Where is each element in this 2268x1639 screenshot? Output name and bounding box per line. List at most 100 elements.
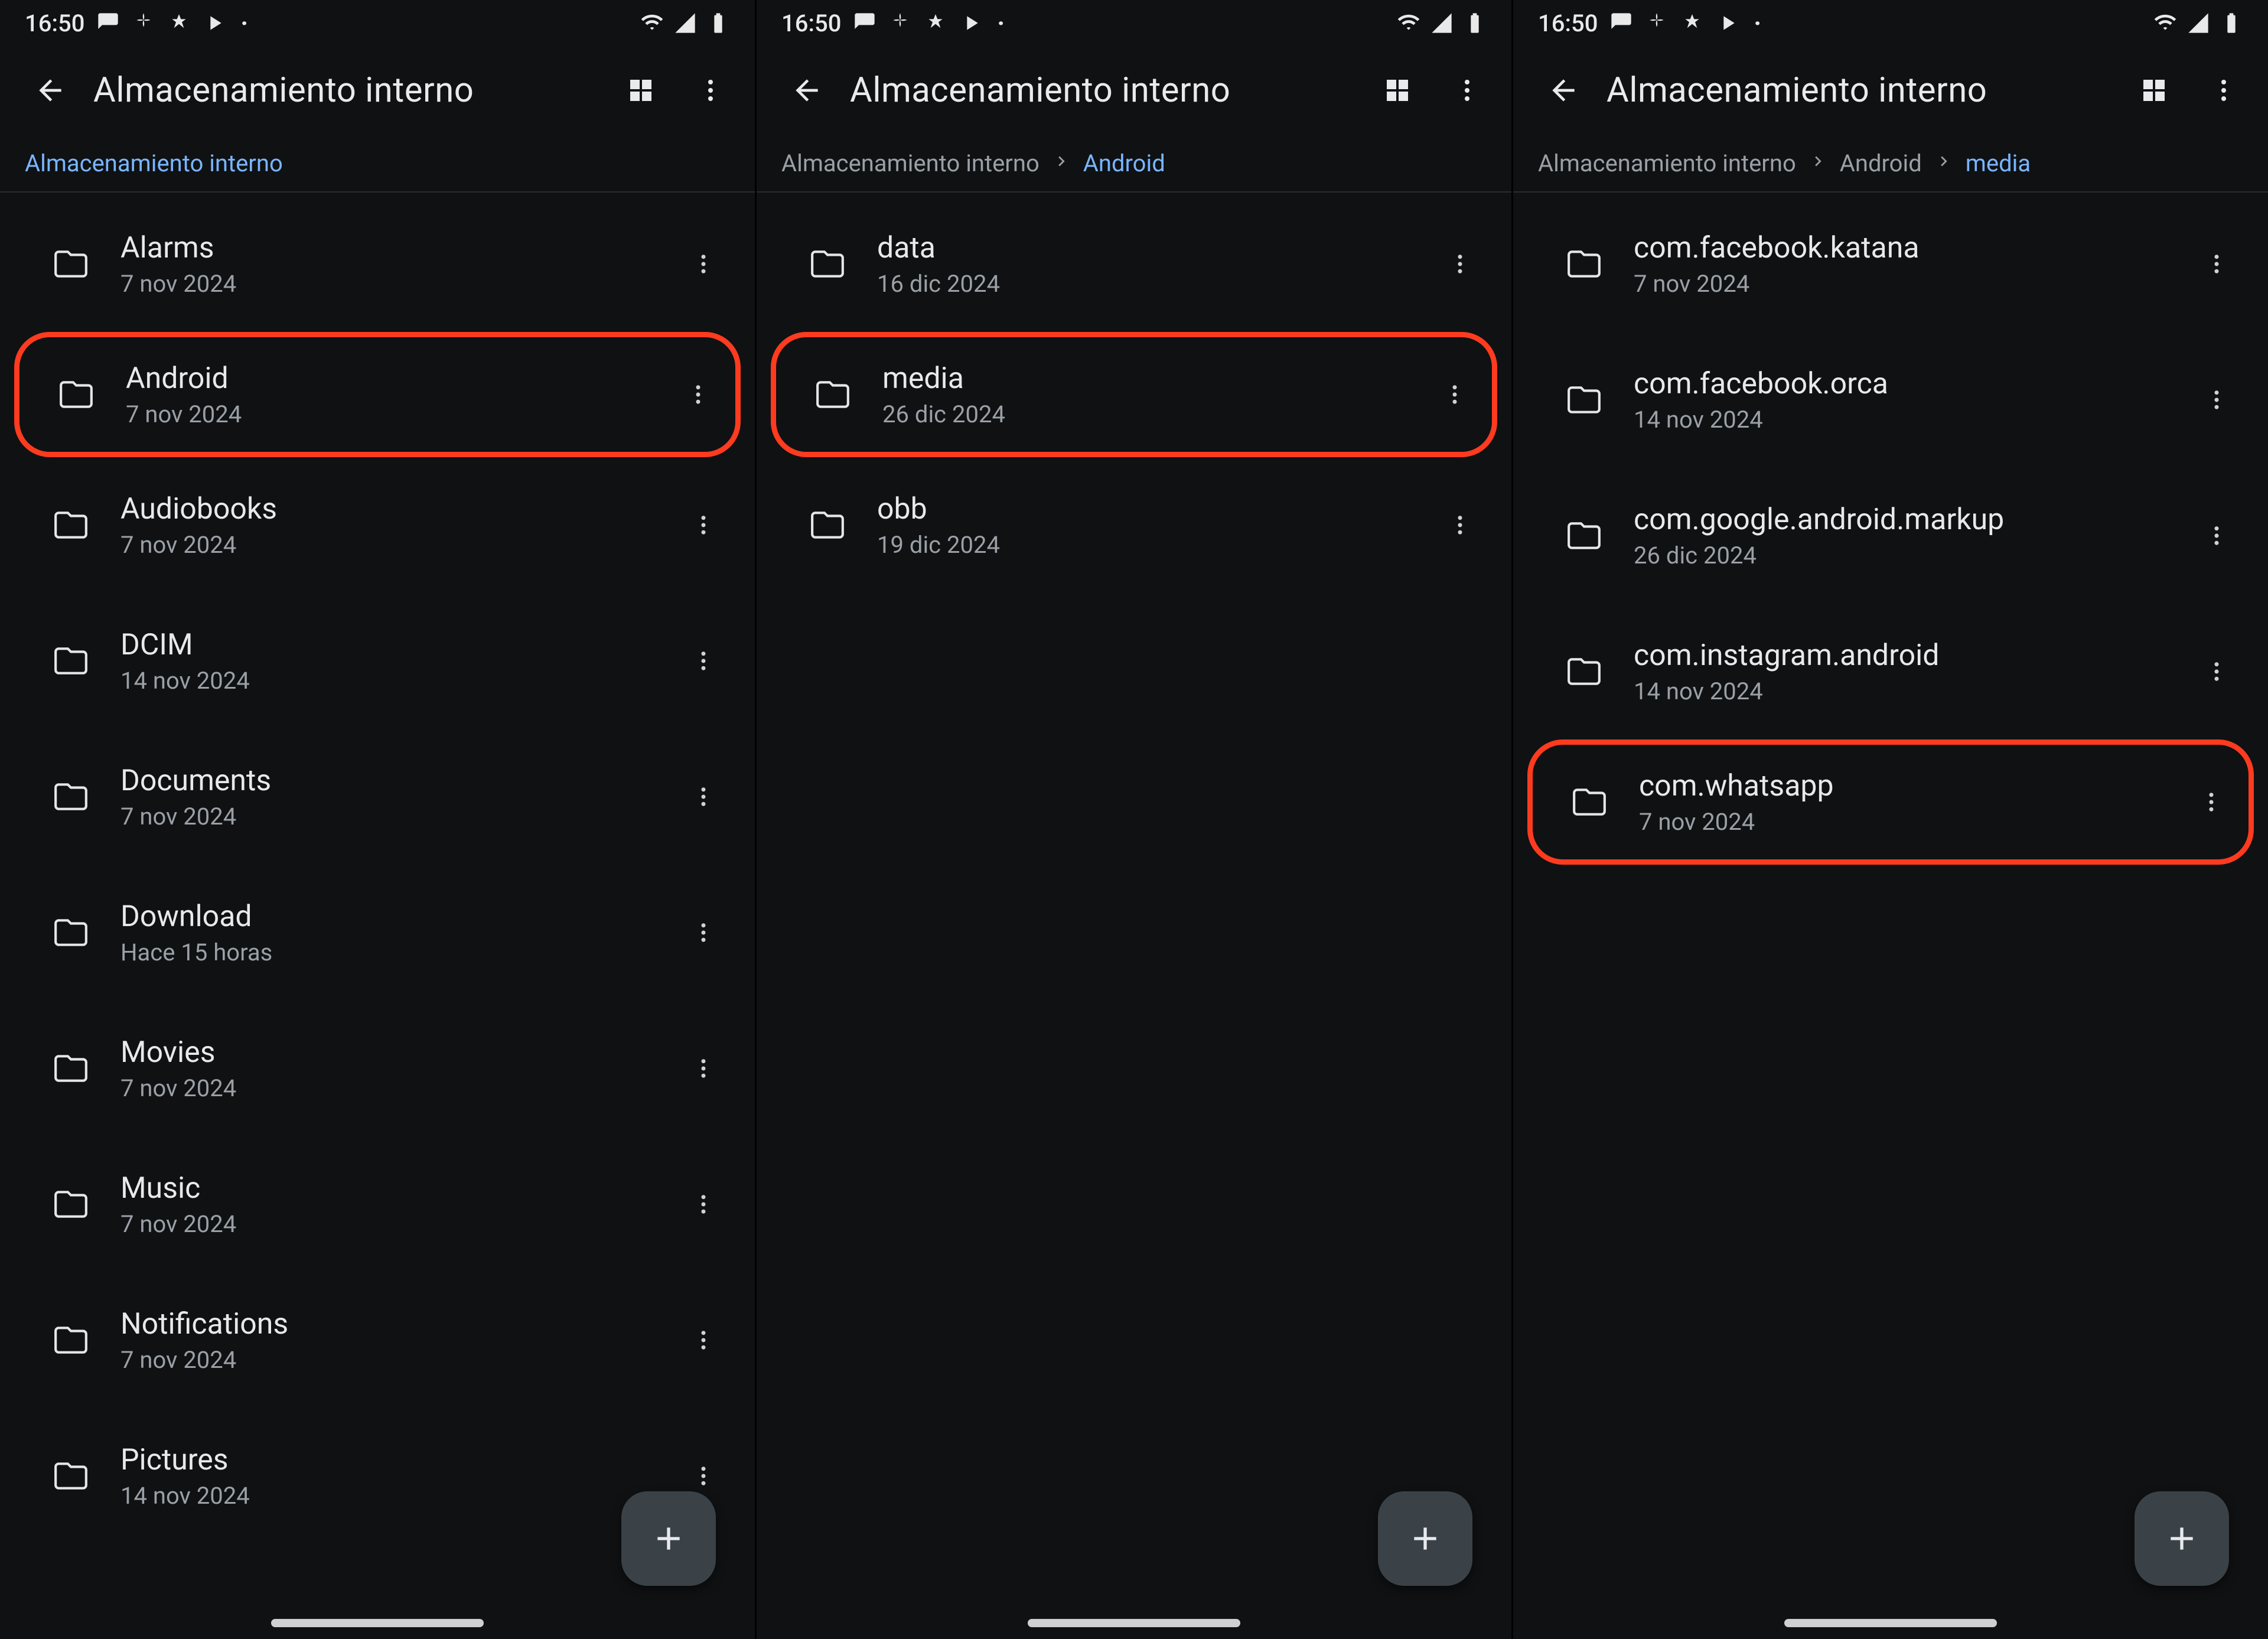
row-menu-button[interactable] bbox=[2196, 523, 2237, 548]
folder-name: data bbox=[877, 231, 1411, 265]
wifi-icon bbox=[1397, 11, 1420, 35]
folder-row[interactable]: DCIM 14 nov 2024 bbox=[14, 593, 741, 729]
folder-list[interactable]: Alarms 7 nov 2024 Android 7 nov 2024 Aud… bbox=[0, 193, 755, 1639]
folder-name: Audiobooks bbox=[120, 492, 654, 526]
folder-icon bbox=[50, 778, 92, 815]
folder-date: 7 nov 2024 bbox=[120, 1210, 654, 1238]
row-menu-button[interactable] bbox=[683, 1192, 724, 1217]
folder-row[interactable]: Notifications 7 nov 2024 bbox=[14, 1272, 741, 1408]
row-menu-button[interactable] bbox=[683, 252, 724, 276]
folder-date: 7 nov 2024 bbox=[120, 1074, 654, 1102]
row-menu-button[interactable] bbox=[1439, 513, 1481, 537]
row-menu-button[interactable] bbox=[2196, 659, 2237, 684]
overflow-menu-button[interactable] bbox=[684, 64, 737, 117]
folder-row[interactable]: Movies 7 nov 2024 bbox=[14, 1001, 741, 1136]
row-menu-button[interactable] bbox=[2196, 252, 2237, 276]
add-fab[interactable] bbox=[1378, 1491, 1472, 1586]
row-menu-button[interactable] bbox=[683, 1328, 724, 1353]
breadcrumb-item[interactable]: Almacenamiento interno bbox=[781, 149, 1040, 177]
folder-list[interactable]: data 16 dic 2024 media 26 dic 2024 obb 1… bbox=[757, 193, 1511, 1639]
grid-view-button[interactable] bbox=[2127, 64, 2181, 117]
folder-name: Documents bbox=[120, 764, 654, 798]
row-menu-button[interactable] bbox=[683, 784, 724, 809]
status-bar: 16:50 · bbox=[0, 0, 755, 46]
row-menu-button[interactable] bbox=[2196, 387, 2237, 412]
folder-row[interactable]: com.facebook.katana 7 nov 2024 bbox=[1527, 196, 2254, 332]
row-menu-button[interactable] bbox=[683, 513, 724, 537]
gesture-nav-bar[interactable] bbox=[757, 1607, 1511, 1639]
status-overflow-dot: · bbox=[995, 9, 1006, 37]
file-browser-pane: 16:50 · Almacenamiento interno Almacenam… bbox=[0, 0, 757, 1639]
folder-row[interactable]: Music 7 nov 2024 bbox=[14, 1136, 741, 1272]
status-bar: 16:50 · bbox=[757, 0, 1511, 46]
youtube-icon bbox=[1716, 11, 1739, 35]
folder-date: 7 nov 2024 bbox=[1634, 270, 2168, 298]
page-title: Almacenamiento interno bbox=[93, 70, 598, 110]
breadcrumb-item[interactable]: Android bbox=[1840, 149, 1922, 177]
folder-row[interactable]: Audiobooks 7 nov 2024 bbox=[14, 457, 741, 593]
overflow-menu-button[interactable] bbox=[2197, 64, 2250, 117]
tiktok-icon bbox=[167, 11, 191, 35]
folder-row[interactable]: com.google.android.markup 26 dic 2024 bbox=[1527, 468, 2254, 604]
battery-icon bbox=[2220, 11, 2243, 35]
folder-icon bbox=[50, 1322, 92, 1358]
gesture-nav-bar[interactable] bbox=[1513, 1607, 2268, 1639]
folder-icon bbox=[1563, 653, 1605, 690]
add-fab[interactable] bbox=[621, 1491, 716, 1586]
row-menu-button[interactable] bbox=[1434, 382, 1475, 407]
folder-row[interactable]: obb 19 dic 2024 bbox=[771, 457, 1497, 593]
wifi-icon bbox=[2153, 11, 2177, 35]
grid-view-button[interactable] bbox=[1371, 64, 1424, 117]
back-button[interactable] bbox=[780, 64, 833, 117]
row-menu-button[interactable] bbox=[1439, 252, 1481, 276]
row-menu-button[interactable] bbox=[683, 1464, 724, 1488]
chat-icon bbox=[96, 11, 120, 35]
overflow-menu-button[interactable] bbox=[1441, 64, 1494, 117]
add-fab[interactable] bbox=[2135, 1491, 2229, 1586]
folder-row[interactable]: data 16 dic 2024 bbox=[771, 196, 1497, 332]
folder-row[interactable]: Android 7 nov 2024 bbox=[14, 332, 741, 457]
folder-date: 7 nov 2024 bbox=[120, 803, 654, 830]
folder-row[interactable]: Download Hace 15 horas bbox=[14, 865, 741, 1001]
folder-icon bbox=[1563, 382, 1605, 418]
back-button[interactable] bbox=[1537, 64, 1590, 117]
folder-row[interactable]: media 26 dic 2024 bbox=[771, 332, 1497, 457]
folder-name: com.instagram.android bbox=[1634, 638, 2168, 673]
cell-signal-icon bbox=[1430, 11, 1454, 35]
back-button[interactable] bbox=[24, 64, 77, 117]
breadcrumb-item[interactable]: media bbox=[1966, 149, 2031, 177]
row-menu-button[interactable] bbox=[2191, 790, 2232, 814]
row-menu-button[interactable] bbox=[683, 920, 724, 945]
app-bar: Almacenamiento interno bbox=[1513, 46, 2268, 135]
folder-list[interactable]: com.facebook.katana 7 nov 2024 com.faceb… bbox=[1513, 193, 2268, 1639]
folder-row[interactable]: Documents 7 nov 2024 bbox=[14, 729, 741, 865]
folder-date: Hace 15 horas bbox=[120, 939, 654, 966]
row-menu-button[interactable] bbox=[683, 649, 724, 673]
breadcrumb-item[interactable]: Android bbox=[1083, 149, 1165, 177]
chevron-right-icon bbox=[1934, 149, 1954, 177]
folder-icon bbox=[1563, 246, 1605, 282]
pinwheel-icon bbox=[888, 11, 912, 35]
grid-view-button[interactable] bbox=[614, 64, 667, 117]
status-time: 16:50 bbox=[781, 9, 841, 37]
status-overflow-dot: · bbox=[238, 9, 250, 37]
folder-date: 16 dic 2024 bbox=[877, 270, 1411, 298]
row-menu-button[interactable] bbox=[677, 382, 719, 407]
folder-name: DCIM bbox=[120, 628, 654, 662]
folder-row[interactable]: com.whatsapp 7 nov 2024 bbox=[1527, 739, 2254, 865]
folder-row[interactable]: com.facebook.orca 14 nov 2024 bbox=[1527, 332, 2254, 468]
row-menu-button[interactable] bbox=[683, 1056, 724, 1081]
folder-row[interactable]: com.instagram.android 14 nov 2024 bbox=[1527, 604, 2254, 739]
status-bar: 16:50 · bbox=[1513, 0, 2268, 46]
breadcrumb-item[interactable]: Almacenamiento interno bbox=[25, 149, 283, 177]
gesture-nav-bar[interactable] bbox=[0, 1607, 755, 1639]
breadcrumb-item[interactable]: Almacenamiento interno bbox=[1538, 149, 1796, 177]
folder-row[interactable]: Alarms 7 nov 2024 bbox=[14, 196, 741, 332]
folder-icon bbox=[812, 376, 854, 413]
folder-icon bbox=[1568, 784, 1611, 820]
folder-name: Music bbox=[120, 1171, 654, 1205]
folder-icon bbox=[50, 914, 92, 951]
status-overflow-dot: · bbox=[1751, 9, 1763, 37]
page-title: Almacenamiento interno bbox=[850, 70, 1354, 110]
wifi-icon bbox=[640, 11, 664, 35]
